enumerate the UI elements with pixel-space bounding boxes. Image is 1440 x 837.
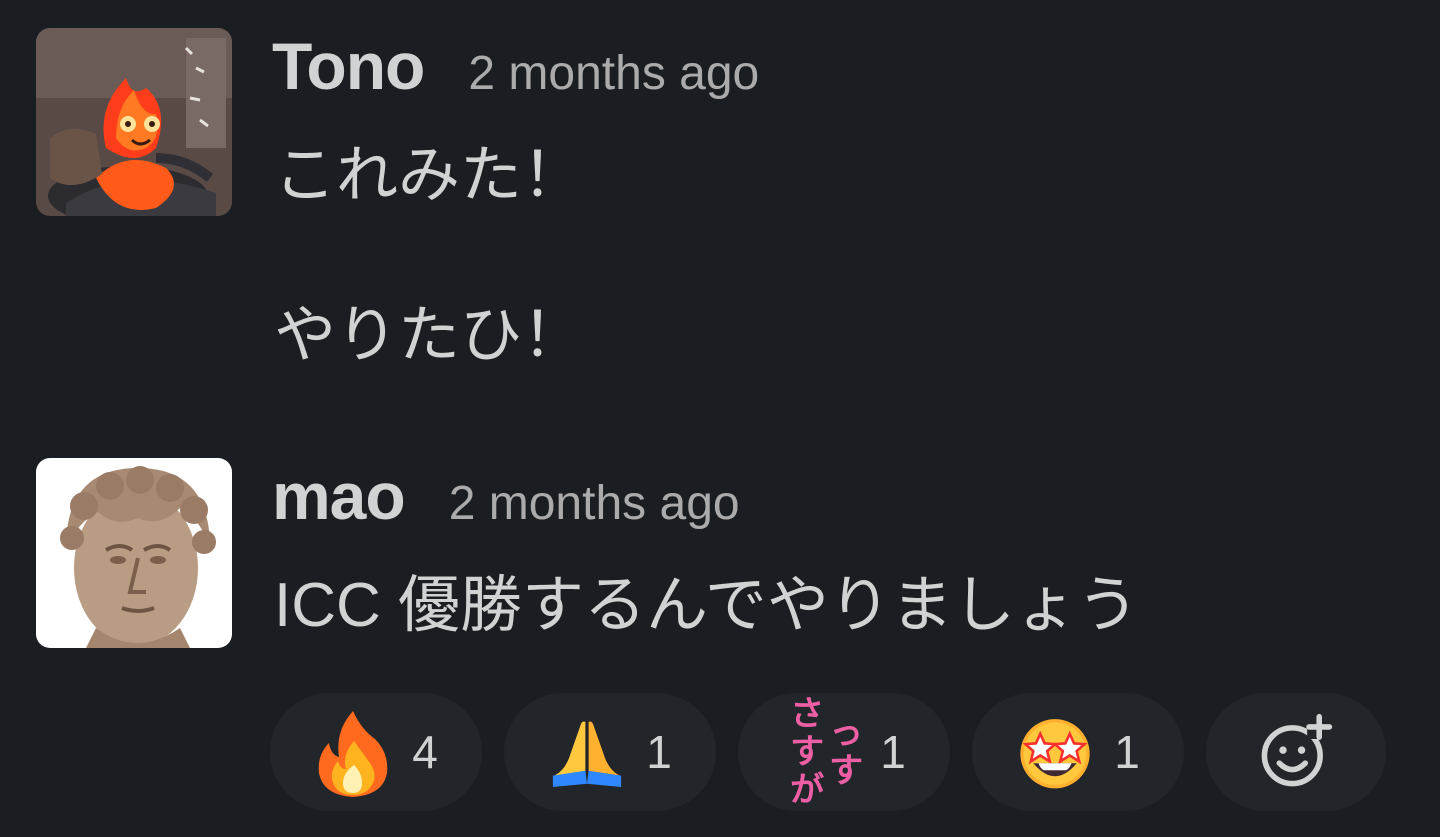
message-text: やりたひ！ bbox=[274, 301, 585, 370]
reaction-folded-hands[interactable]: 1 bbox=[504, 693, 716, 811]
message-header: Tono 2 months ago bbox=[272, 28, 759, 112]
reaction-star-struck[interactable]: 1 bbox=[972, 693, 1184, 811]
message-text: ICC 優勝するんでやりましょう bbox=[274, 571, 1139, 640]
timestamp[interactable]: 2 months ago bbox=[449, 466, 740, 542]
message-header: mao 2 months ago bbox=[272, 458, 740, 542]
sasuga-emoji-text-top: さすが bbox=[790, 694, 824, 810]
folded-hands-emoji-icon bbox=[548, 707, 626, 797]
avatar[interactable] bbox=[36, 28, 232, 216]
reaction-sasuga[interactable]: さすが っす 1 bbox=[738, 693, 950, 811]
sasuga-emoji-text-bottom: っす bbox=[829, 713, 863, 791]
reaction-fire[interactable]: 4 bbox=[270, 693, 482, 811]
statue-head-avatar-icon bbox=[36, 458, 232, 648]
reaction-count: 4 bbox=[412, 726, 438, 778]
timestamp[interactable]: 2 months ago bbox=[468, 36, 759, 112]
add-reaction-icon bbox=[1257, 707, 1335, 797]
star-struck-emoji-icon bbox=[1016, 707, 1094, 797]
avatar[interactable] bbox=[36, 458, 232, 648]
add-reaction-button[interactable] bbox=[1206, 693, 1386, 811]
username[interactable]: Tono bbox=[272, 28, 425, 104]
username[interactable]: mao bbox=[272, 458, 406, 534]
message-text: これみた！ bbox=[274, 141, 585, 210]
reaction-count: 1 bbox=[646, 726, 672, 778]
message-list: Tono 2 months ago これみた！ やりたひ！ mao 2 mont… bbox=[0, 0, 1440, 837]
sasuga-custom-emoji-icon: さすが っす bbox=[782, 695, 863, 809]
reaction-count: 1 bbox=[1114, 726, 1140, 778]
reaction-count: 1 bbox=[880, 726, 906, 778]
fire-demon-avatar-icon bbox=[36, 28, 232, 216]
fire-emoji-icon bbox=[314, 707, 392, 797]
reaction-bar: 4 1 さすが っす 1 1 bbox=[270, 693, 1386, 811]
